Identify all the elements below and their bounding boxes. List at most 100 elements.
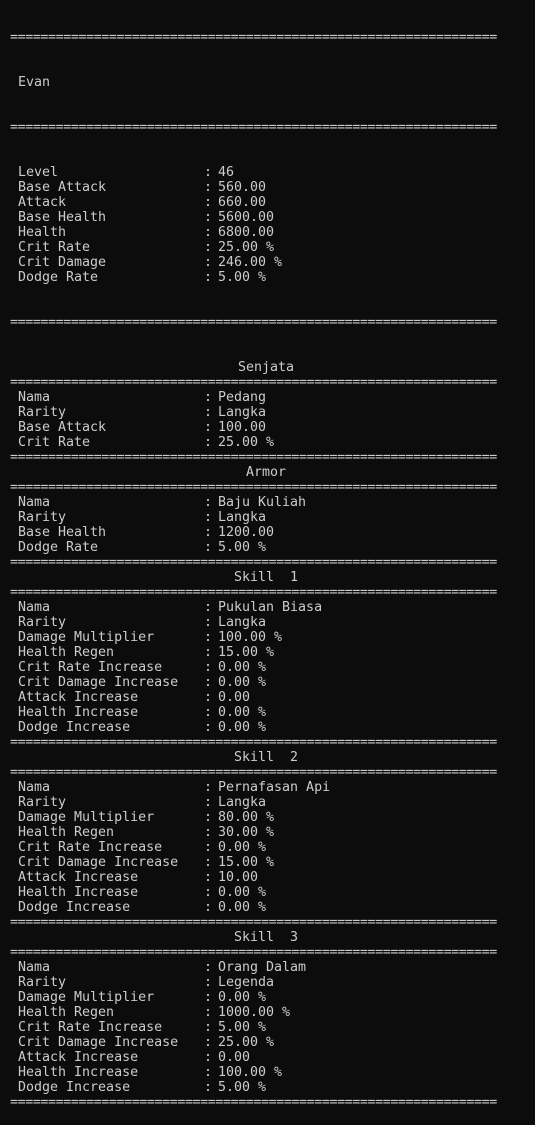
separator-rule: ========================================…	[10, 480, 497, 495]
stat-label: Crit Damage Increase	[18, 855, 179, 870]
colon-separator: :	[204, 540, 213, 555]
stat-row: Damage Multiplier:80.00 %	[10, 810, 522, 825]
stat-row: Crit Rate Increase:0.00 %	[10, 660, 522, 675]
stat-label: Rarity	[18, 795, 67, 810]
stat-label: Base Attack	[18, 420, 107, 435]
colon-separator: :	[204, 885, 213, 900]
stat-label: Dodge Increase	[18, 900, 131, 915]
colon-separator: :	[204, 510, 213, 525]
section-title: Senjata	[237, 360, 295, 375]
colon-separator: :	[204, 720, 213, 735]
section-title: Skill 1	[233, 570, 299, 585]
stat-label: Rarity	[18, 405, 67, 420]
stat-label: Base Health	[18, 210, 107, 225]
stat-row: Nama: Pedang	[10, 390, 522, 405]
stat-value: 246.00 %	[218, 255, 283, 270]
separator-rule: ========================================…	[10, 375, 497, 390]
colon-separator: :	[204, 630, 213, 645]
colon-separator: :	[204, 525, 213, 540]
colon-separator: :	[204, 390, 213, 405]
separator-rule: ========================================…	[10, 30, 497, 45]
sections-container: Senjata =================================…	[10, 360, 522, 1110]
separator-rule: ========================================…	[10, 735, 497, 750]
colon-separator: :	[204, 405, 213, 420]
colon-separator: :	[204, 1065, 213, 1080]
stat-value: 0.00	[218, 1050, 251, 1065]
stat-label: Health Increase	[18, 885, 139, 900]
stat-value: 5.00 %	[218, 1020, 267, 1035]
stat-label: Nama	[18, 960, 51, 975]
stat-value: 0.00 %	[218, 660, 267, 675]
stat-row: Attack:660.00	[10, 195, 522, 210]
stat-label: Nama	[18, 600, 51, 615]
stat-label: Crit Rate Increase	[18, 840, 163, 855]
colon-separator: :	[204, 1080, 213, 1095]
stat-row: Rarity: Langka	[10, 795, 522, 810]
colon-separator: :	[204, 975, 213, 990]
separator-rule: ========================================…	[10, 450, 497, 465]
stat-value: 660.00	[218, 195, 267, 210]
stat-row: Health:6800.00	[10, 225, 522, 240]
colon-separator: :	[204, 600, 213, 615]
stat-row: Nama: Pernafasan Api	[10, 780, 522, 795]
stat-label: Attack	[18, 195, 67, 210]
stat-row: Damage Multiplier:100.00 %	[10, 630, 522, 645]
stat-value: 0.00 %	[218, 840, 267, 855]
stat-value: 46	[218, 165, 235, 180]
stat-row: Crit Damage:246.00 %	[10, 255, 522, 270]
stat-row: Base Attack:560.00	[10, 180, 522, 195]
colon-separator: :	[204, 705, 213, 720]
stat-row: Base Health:1200.00	[10, 525, 522, 540]
stat-label: Damage Multiplier	[18, 990, 155, 1005]
player-stats-block: Level:46 Base Attack:560.00 Attack:660.00 B…	[10, 165, 522, 285]
colon-separator: :	[204, 960, 213, 975]
stat-value: Baju Kuliah	[218, 495, 307, 510]
stat-value: 0.00 %	[218, 675, 267, 690]
section-header: Senjata	[10, 360, 522, 375]
stat-row: Crit Rate:25.00 %	[10, 435, 522, 450]
colon-separator: :	[204, 1050, 213, 1065]
stat-row: Damage Multiplier:0.00 %	[10, 990, 522, 1005]
stat-label: Attack Increase	[18, 870, 139, 885]
stat-label: Nama	[18, 780, 51, 795]
stat-row: Health Regen:15.00 %	[10, 645, 522, 660]
colon-separator: :	[204, 780, 213, 795]
colon-separator: :	[204, 615, 213, 630]
stat-value: 5.00 %	[218, 1080, 267, 1095]
stat-label: Crit Damage Increase	[18, 675, 179, 690]
stat-label: Nama	[18, 390, 51, 405]
stat-row: Crit Damage Increase:15.00 %	[10, 855, 522, 870]
stat-label: Rarity	[18, 615, 67, 630]
stat-value: 25.00 %	[218, 1035, 275, 1050]
stat-label: Base Attack	[18, 180, 107, 195]
stat-row: Crit Rate:25.00 %	[10, 240, 522, 255]
stat-value: 80.00 %	[218, 810, 275, 825]
colon-separator: :	[204, 645, 213, 660]
section-title: Skill 2	[233, 750, 299, 765]
stat-row: Crit Rate Increase:0.00 %	[10, 840, 522, 855]
section-header: Skill 2	[10, 750, 522, 765]
stat-row: Rarity: Langka	[10, 405, 522, 420]
stat-label: Health Increase	[18, 1065, 139, 1080]
stat-label: Health Regen	[18, 825, 115, 840]
stat-value: Pedang	[218, 390, 267, 405]
stat-value: 1200.00	[218, 525, 275, 540]
colon-separator: :	[204, 1035, 213, 1050]
stat-value: 0.00 %	[218, 720, 267, 735]
stat-row: Health Increase:0.00 %	[10, 885, 522, 900]
stat-value: 100.00 %	[218, 1065, 283, 1080]
stat-row: Base Attack:100.00	[10, 420, 522, 435]
colon-separator: :	[204, 240, 213, 255]
colon-separator: :	[204, 435, 213, 450]
stat-label: Crit Rate Increase	[18, 660, 163, 675]
separator-rule: ========================================…	[10, 915, 497, 930]
stat-row: Health Increase:0.00 %	[10, 705, 522, 720]
colon-separator: :	[204, 870, 213, 885]
stat-value: 6800.00	[218, 225, 275, 240]
stat-label: Health Increase	[18, 705, 139, 720]
stat-label: Crit Rate	[18, 240, 91, 255]
stat-label: Rarity	[18, 510, 67, 525]
stat-row: Nama: Baju Kuliah	[10, 495, 522, 510]
stat-value: Langka	[218, 795, 267, 810]
terminal-output: ========================================…	[10, 0, 522, 1125]
